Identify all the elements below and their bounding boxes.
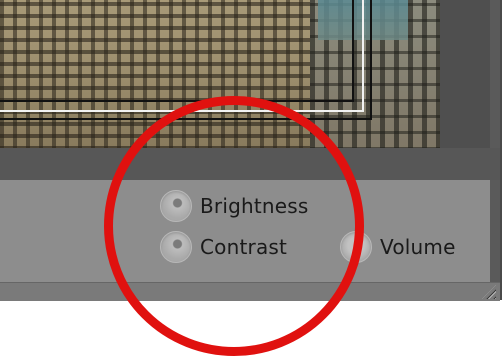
- contrast-option[interactable]: Contrast: [160, 231, 287, 263]
- brightness-option[interactable]: Brightness: [160, 190, 309, 222]
- brightness-radio[interactable]: [160, 190, 192, 222]
- brightness-label: Brightness: [200, 194, 309, 218]
- volume-option[interactable]: Volume: [340, 231, 456, 263]
- adjustment-panel: Brightness Contrast Volume: [0, 180, 490, 282]
- volume-radio[interactable]: [340, 231, 372, 263]
- status-bar: [0, 282, 500, 301]
- selection-rectangle-inner: [0, 0, 354, 102]
- viewer-bottom-band: [0, 148, 500, 180]
- contrast-label: Contrast: [200, 235, 288, 259]
- app-window: Brightness Contrast Volume: [0, 0, 502, 301]
- volume-label: Volume: [380, 235, 456, 259]
- resize-grip-icon[interactable]: [482, 285, 496, 299]
- contrast-radio[interactable]: [160, 231, 192, 263]
- image-viewer: [0, 0, 490, 148]
